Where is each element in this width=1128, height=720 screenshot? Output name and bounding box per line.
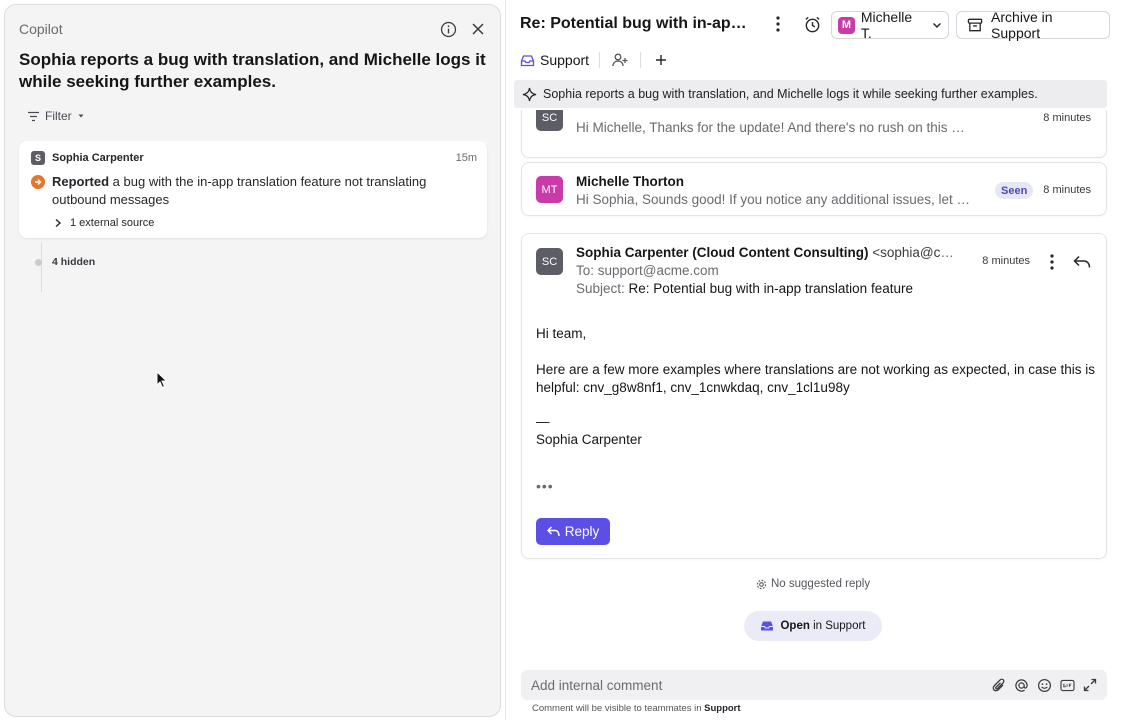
reported-event-icon <box>31 175 45 189</box>
divider <box>599 52 601 68</box>
gear-icon <box>756 579 767 589</box>
message-preview: Hi Michelle, Thanks for the update! And … <box>576 120 966 135</box>
assignee-name: Michelle T. <box>860 9 913 41</box>
open-pill-label: Open in Support <box>780 620 866 632</box>
message-author: Michelle Thorton <box>576 174 684 189</box>
filter-icon <box>28 111 39 121</box>
email-body: Hi team, Here are a few more examples wh… <box>536 325 1096 449</box>
message-collapsed[interactable]: MT Michelle Thorton Hi Sophia, Sounds go… <box>521 162 1107 216</box>
email-paragraph: Here are a few more examples where trans… <box>536 362 1096 395</box>
sparkle-icon <box>522 87 537 101</box>
open-in-inbox-button[interactable]: Open in Support <box>744 611 882 641</box>
chevron-down-icon <box>933 22 942 28</box>
no-suggested-reply: No suggested reply <box>756 578 870 590</box>
mouse-cursor-icon <box>156 371 168 389</box>
archive-button[interactable]: Archive in Support <box>956 9 1110 41</box>
message-time: 8 minutes <box>1043 184 1091 196</box>
caret-down-icon <box>78 114 84 118</box>
message-time: 8 minutes <box>982 255 1030 267</box>
filter-button[interactable]: Filter <box>27 109 85 123</box>
inbox-tag-label: Support <box>540 52 590 68</box>
ai-summary-bar: Sophia reports a bug with translation, a… <box>514 80 1107 108</box>
ai-summary-text: Sophia reports a bug with translation, a… <box>543 87 1038 101</box>
conversation-panel: Re: Potential bug with in-app t... M Mic… <box>506 0 1128 720</box>
avatar: S <box>31 151 45 165</box>
expand-icon[interactable] <box>1083 678 1097 692</box>
hidden-items-toggle[interactable]: 4 hidden <box>35 256 95 268</box>
copilot-title: Copilot <box>19 21 63 37</box>
assignee-dropdown[interactable]: M Michelle T. <box>831 9 949 41</box>
inbox-icon <box>520 54 535 66</box>
seen-badge: Seen <box>995 182 1034 199</box>
signature-dash: — <box>536 414 550 429</box>
signature-name: Sophia Carpenter <box>536 432 642 447</box>
add-tag-icon[interactable] <box>651 50 671 70</box>
conversation-title: Re: Potential bug with in-app t... <box>520 15 750 32</box>
no-suggested-reply-label: No suggested reply <box>771 578 871 590</box>
avatar: MT <box>536 176 563 203</box>
avatar: SC <box>536 248 563 275</box>
sender-email: <sophia@clou... <box>872 245 956 260</box>
info-icon[interactable] <box>438 19 458 39</box>
emoji-icon[interactable] <box>1037 678 1052 693</box>
divider <box>640 52 642 68</box>
sender-name: Sophia Carpenter (Cloud Content Consulti… <box>576 245 869 260</box>
copilot-panel: Copilot Sophia reports a bug with transl… <box>4 4 501 717</box>
attachment-icon[interactable] <box>992 678 1006 693</box>
filter-label: Filter <box>45 109 72 123</box>
comment-visibility-hint: Comment will be visible to teammates in … <box>532 703 741 714</box>
email-sender: Sophia Carpenter (Cloud Content Consulti… <box>576 245 956 260</box>
message-preview: Hi Sophia, Sounds good! If you notice an… <box>576 192 976 207</box>
reply-icon[interactable] <box>1072 252 1092 272</box>
more-options-icon[interactable] <box>1042 252 1062 272</box>
inbox-icon <box>761 621 774 631</box>
reply-button[interactable]: Reply <box>536 518 610 545</box>
card-time: 15m <box>455 152 477 164</box>
hidden-count-label: 4 hidden <box>52 256 96 268</box>
comment-placeholder: Add internal comment <box>531 677 663 693</box>
message-collapsed[interactable]: SC Hi Michelle, Thanks for the update! A… <box>521 110 1107 158</box>
avatar: SC <box>536 110 563 131</box>
activity-card[interactable]: S Sophia Carpenter 15m Reported a bug wi… <box>19 141 487 238</box>
email-to: To: support@acme.com <box>576 263 719 278</box>
assignee-avatar: M <box>838 16 855 34</box>
more-options-icon[interactable] <box>768 14 788 34</box>
inbox-tag[interactable]: Support <box>520 52 589 68</box>
show-quoted-text-button[interactable]: ••• <box>536 478 554 494</box>
gif-icon[interactable] <box>1060 679 1075 692</box>
copilot-header: Copilot <box>19 19 488 39</box>
event-description: Reported a bug with the in-app translati… <box>52 174 427 207</box>
external-source-label: 1 external source <box>70 217 155 229</box>
mention-icon[interactable] <box>1014 678 1029 693</box>
external-source-toggle[interactable]: 1 external source <box>54 217 154 229</box>
copilot-summary: Sophia reports a bug with translation, a… <box>19 50 486 91</box>
message-expanded: SC Sophia Carpenter (Cloud Content Consu… <box>521 233 1107 559</box>
email-subject: Subject: Re: Potential bug with in-app t… <box>576 281 913 296</box>
message-time: 8 minutes <box>1043 112 1091 124</box>
internal-comment-input[interactable]: Add internal comment <box>521 670 1107 700</box>
card-author: Sophia Carpenter <box>52 152 144 164</box>
close-icon[interactable] <box>468 19 488 39</box>
snooze-alarm-icon[interactable] <box>802 14 822 34</box>
email-greeting: Hi team, <box>536 326 587 341</box>
add-participant-icon[interactable] <box>610 50 630 70</box>
chevron-right-icon <box>55 218 62 228</box>
archive-icon <box>967 18 983 32</box>
reply-label: Reply <box>564 524 600 539</box>
archive-label: Archive in Support <box>991 9 1053 41</box>
reply-arrow-icon <box>546 526 560 537</box>
timeline-dot <box>35 258 42 266</box>
